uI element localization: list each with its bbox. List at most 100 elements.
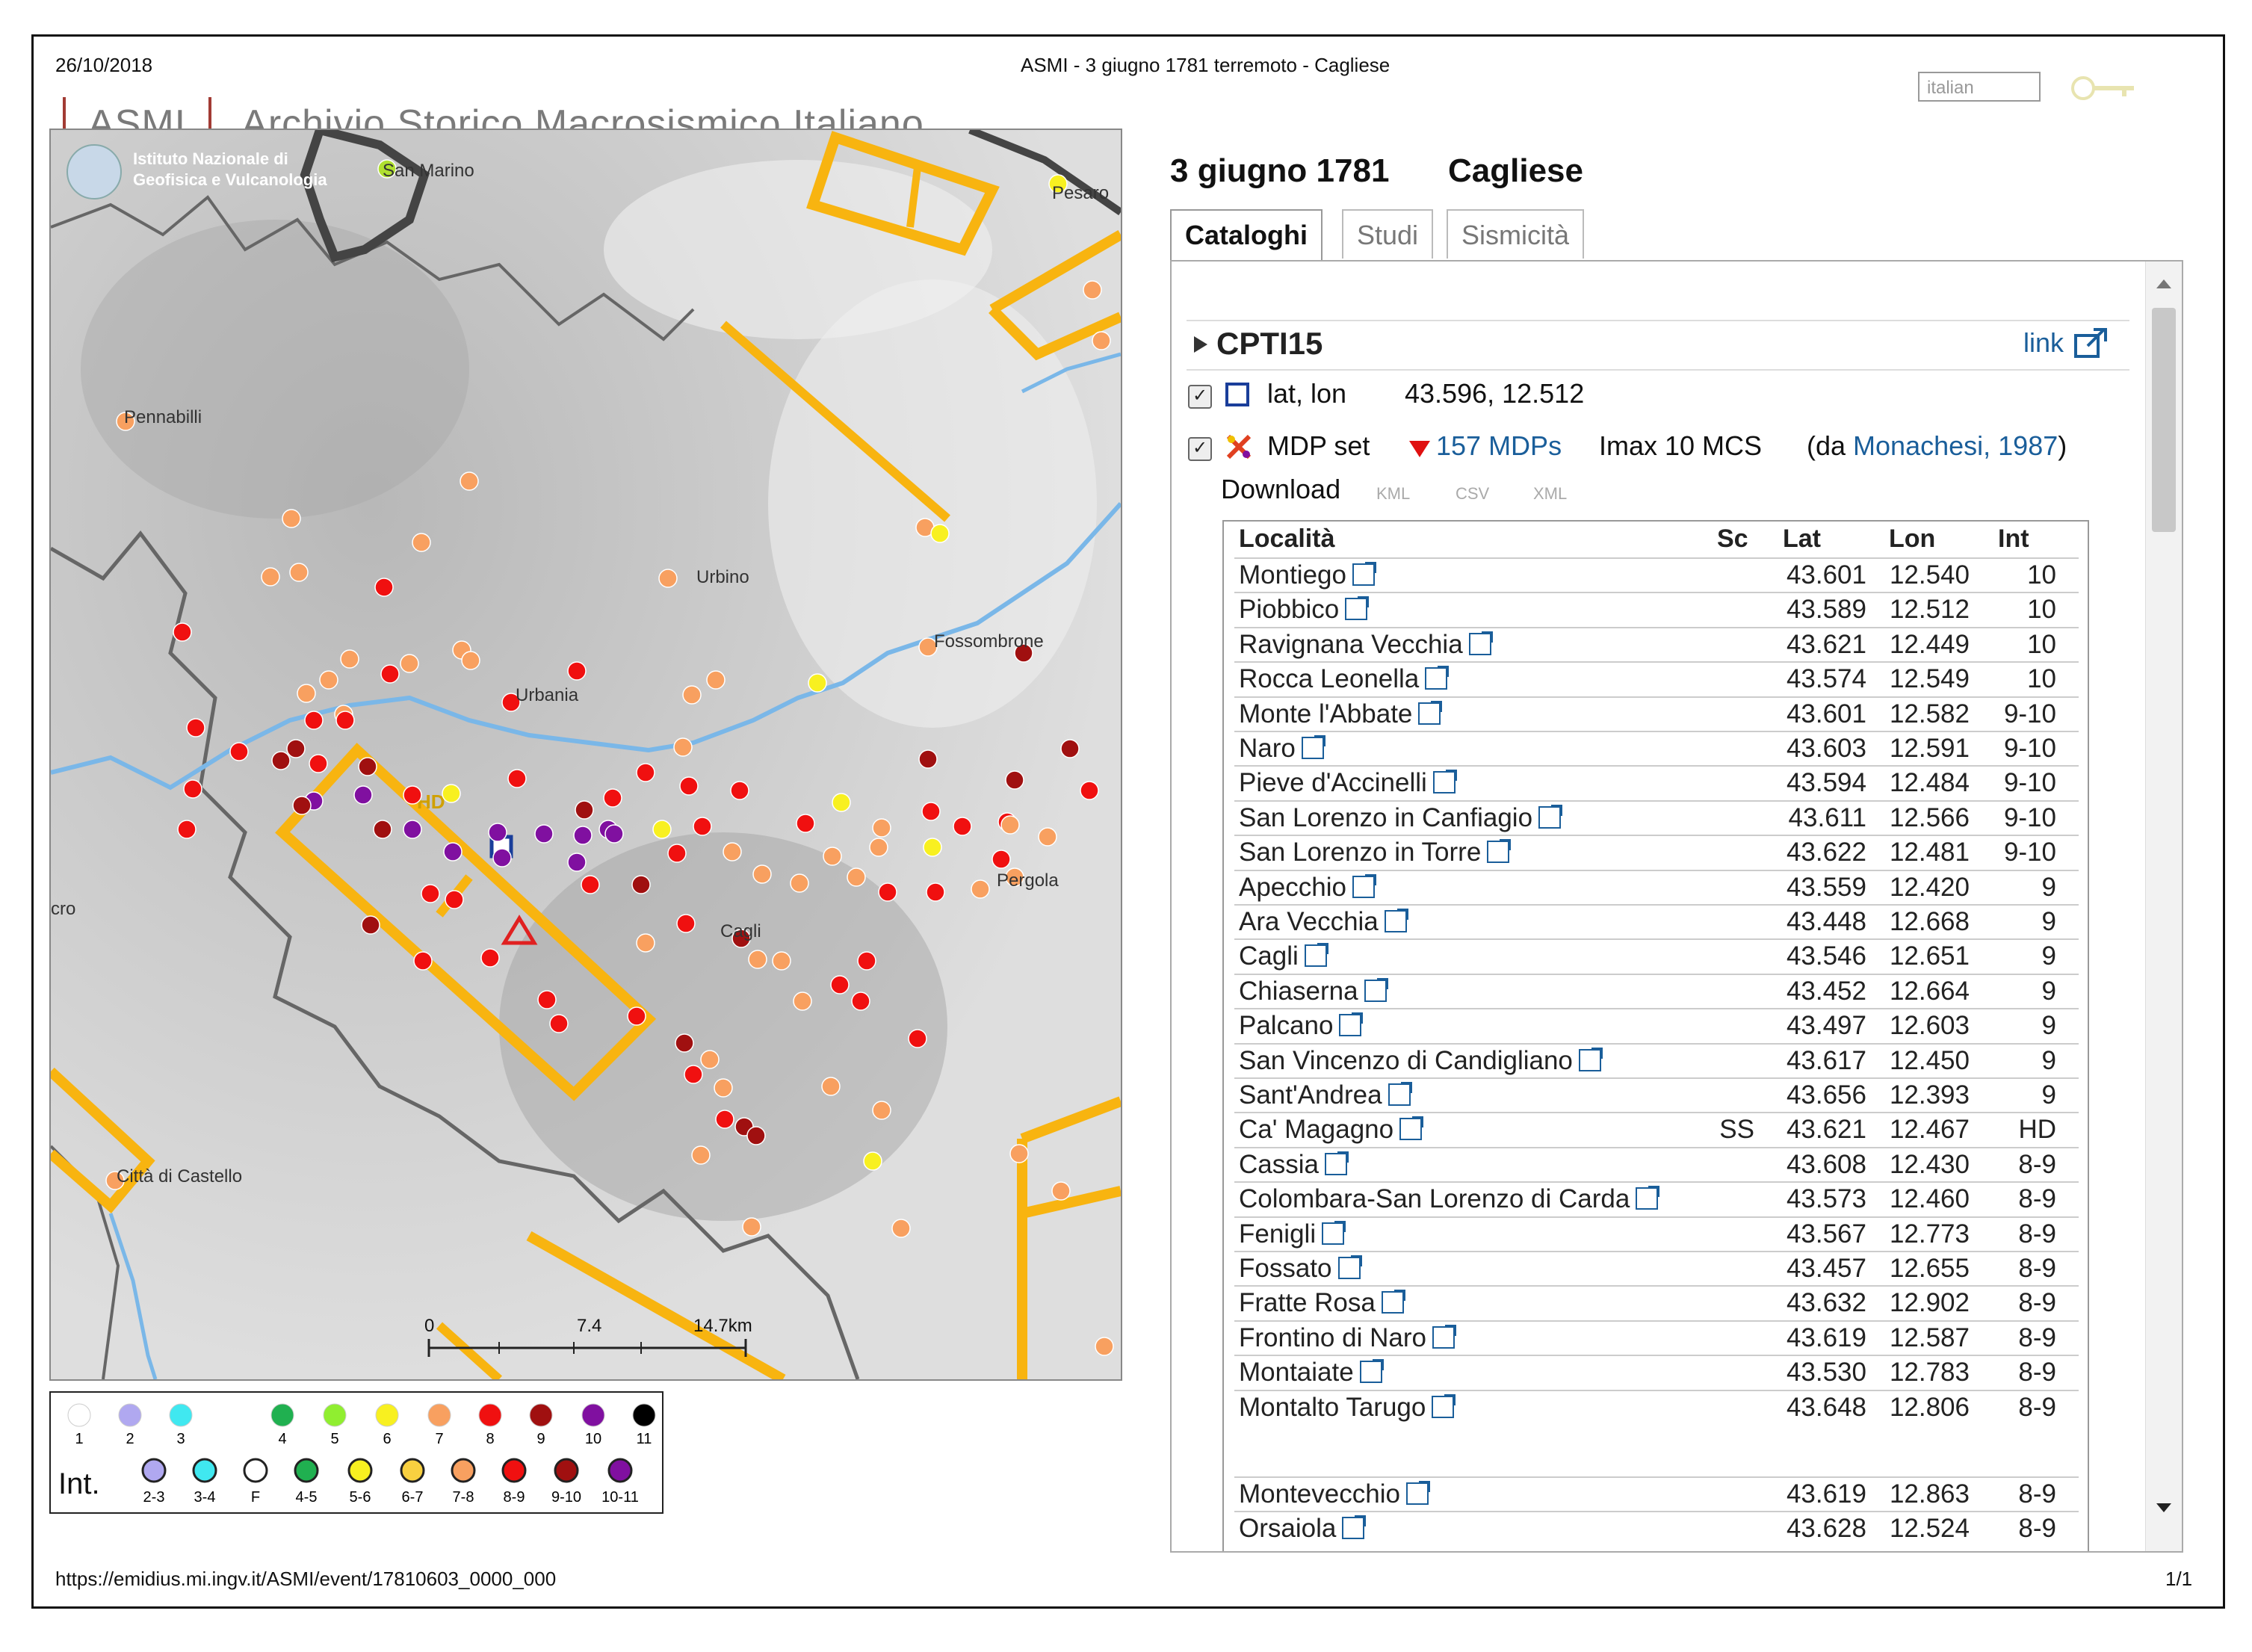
locality-cell[interactable]: Frontino di Naro: [1239, 1323, 1456, 1353]
external-link-icon[interactable]: [1538, 804, 1563, 829]
external-link-icon[interactable]: [1418, 700, 1443, 725]
language-select[interactable]: italian: [1918, 72, 2041, 102]
external-link-icon[interactable]: [1345, 596, 1370, 621]
locality-cell[interactable]: Monte l'Abbate: [1239, 699, 1443, 729]
table-row[interactable]: Ravignana Vecchia 43.621 12.449 10: [1234, 626, 2079, 663]
external-link-icon[interactable]: [1384, 909, 1408, 932]
table-row[interactable]: Monte l'Abbate 43.601 12.582 9-10: [1234, 696, 2079, 732]
intensity-map[interactable]: HD Istituto Nazionale di Geofisica e Vul…: [49, 129, 1122, 1381]
external-link-icon[interactable]: [1636, 1186, 1660, 1210]
col-localita[interactable]: Località: [1239, 525, 1334, 554]
table-row[interactable]: Montalto Tarugo 43.648 12.806 8-9: [1234, 1389, 2079, 1426]
external-link-icon[interactable]: [1324, 1151, 1349, 1175]
locality-cell[interactable]: Fenigli: [1239, 1219, 1346, 1249]
external-link-icon[interactable]: [1301, 735, 1325, 759]
locality-cell[interactable]: Ca' Magagno: [1239, 1115, 1424, 1145]
scroll-down-icon[interactable]: [2156, 1503, 2171, 1512]
table-row[interactable]: Fenigli 43.567 12.773 8-9: [1234, 1216, 2079, 1252]
table-row[interactable]: Ara Vecchia 43.448 12.668 9: [1234, 904, 2079, 940]
external-link-icon[interactable]: [1432, 1393, 1456, 1418]
locality-cell[interactable]: Montalto Tarugo: [1239, 1393, 1456, 1423]
table-row[interactable]: Cagli 43.546 12.651 9: [1234, 938, 2079, 974]
download-csv[interactable]: CSV: [1456, 484, 1489, 504]
external-link-icon[interactable]: [1425, 666, 1450, 690]
table-row[interactable]: San Lorenzo in Torre 43.622 12.481 9-10: [1234, 835, 2079, 870]
locality-cell[interactable]: Fratte Rosa: [1239, 1288, 1405, 1318]
locality-cell[interactable]: Palcano: [1239, 1011, 1364, 1041]
mdp-count-link[interactable]: 157 MDPs: [1436, 430, 1562, 462]
locality-cell[interactable]: Apecchio: [1239, 873, 1376, 903]
locality-cell[interactable]: Rocca Leonella: [1239, 664, 1450, 694]
scrollbar[interactable]: [2145, 262, 2182, 1551]
key-icon[interactable]: [2070, 73, 2137, 103]
tab-studi[interactable]: Studi: [1342, 209, 1434, 259]
locality-cell[interactable]: Ara Vecchia: [1239, 907, 1408, 937]
locality-cell[interactable]: Piobbico: [1239, 595, 1370, 625]
col-lat[interactable]: Lat: [1783, 525, 1821, 554]
external-link-icon[interactable]: [1468, 631, 1493, 655]
locality-cell[interactable]: San Lorenzo in Canfiagio: [1239, 803, 1563, 833]
locality-cell[interactable]: San Vincenzo di Candigliano: [1239, 1046, 1603, 1076]
table-row[interactable]: Montevecchio 43.619 12.863 8-9: [1234, 1476, 2079, 1512]
table-row[interactable]: Montaiate 43.530 12.783 8-9: [1234, 1355, 2079, 1390]
table-row[interactable]: Naro 43.603 12.591 9-10: [1234, 731, 2079, 767]
table-row[interactable]: Ca' Magagno SS 43.621 12.467 HD: [1234, 1112, 2079, 1148]
locality-cell[interactable]: Pieve d'Accinelli: [1239, 768, 1457, 798]
locality-cell[interactable]: Cassia: [1239, 1150, 1349, 1180]
external-link-icon[interactable]: [1322, 1220, 1346, 1245]
col-lon[interactable]: Lon: [1889, 525, 1935, 554]
col-sc[interactable]: Sc: [1717, 525, 1748, 554]
table-row[interactable]: Colombara-San Lorenzo di Carda 43.573 12.4…: [1234, 1181, 2079, 1217]
table-row[interactable]: Cassia 43.608 12.430 8-9: [1234, 1146, 2079, 1183]
external-link-icon[interactable]: [1364, 977, 1388, 1002]
external-link-icon[interactable]: [1388, 1082, 1412, 1106]
mdp-checkbox[interactable]: ✓: [1188, 437, 1212, 461]
table-row[interactable]: Pieve d'Accinelli 43.594 12.484 9-10: [1234, 765, 2079, 801]
locality-cell[interactable]: Montevecchio: [1239, 1479, 1430, 1509]
locality-cell[interactable]: San Lorenzo in Torre: [1239, 838, 1512, 867]
external-link-icon[interactable]: [1359, 1359, 1384, 1384]
locality-cell[interactable]: Sant'Andrea: [1239, 1080, 1412, 1110]
download-kml[interactable]: KML: [1376, 484, 1410, 504]
locality-cell[interactable]: Montiego: [1239, 560, 1376, 590]
catalog-panel[interactable]: CPTI15 link ✓ lat, lon 43.596, 12.512 ✓ …: [1170, 260, 2183, 1553]
locality-cell[interactable]: Chiaserna: [1239, 977, 1388, 1006]
locality-cell[interactable]: Colombara-San Lorenzo di Carda: [1239, 1184, 1660, 1214]
source-link[interactable]: Monachesi, 1987: [1853, 430, 2058, 461]
table-row[interactable]: Montiego 43.601 12.540 10: [1234, 557, 2079, 593]
locality-cell[interactable]: Naro: [1239, 734, 1325, 764]
table-row[interactable]: Chiaserna 43.452 12.664 9: [1234, 973, 2079, 1009]
table-row[interactable]: Fossato 43.457 12.655 8-9: [1234, 1251, 2079, 1287]
table-row[interactable]: Rocca Leonella 43.574 12.549 10: [1234, 661, 2079, 697]
external-link-icon[interactable]: [1399, 1116, 1424, 1141]
locality-cell[interactable]: Cagli: [1239, 941, 1328, 971]
table-row[interactable]: Frontino di Naro 43.619 12.587 8-9: [1234, 1320, 2079, 1356]
scroll-up-icon[interactable]: [2156, 279, 2171, 288]
external-link-icon[interactable]: [1432, 770, 1457, 794]
table-row[interactable]: Sant'Andrea 43.656 12.393 9: [1234, 1077, 2079, 1113]
external-link-icon[interactable]: [1337, 1255, 1362, 1279]
external-link-icon[interactable]: [1487, 839, 1512, 864]
external-link-icon[interactable]: [1342, 1515, 1367, 1540]
table-row[interactable]: San Lorenzo in Canfiagio 43.611 12.566 9-10: [1234, 799, 2079, 836]
col-int[interactable]: Int: [1998, 525, 2029, 554]
table-row[interactable]: Palcano 43.497 12.603 9: [1234, 1008, 2079, 1044]
download-xml[interactable]: XML: [1533, 484, 1567, 504]
external-link-icon[interactable]: [1381, 1290, 1405, 1314]
external-link-icon[interactable]: [1352, 873, 1376, 898]
catalog-header[interactable]: CPTI15 link: [1187, 320, 2129, 371]
external-link-icon[interactable]: [1339, 1012, 1364, 1037]
latlon-checkbox[interactable]: ✓: [1188, 385, 1212, 409]
scroll-thumb[interactable]: [2152, 308, 2176, 532]
external-link-icon[interactable]: [1405, 1481, 1430, 1505]
table-row[interactable]: Piobbico 43.589 12.512 10: [1234, 592, 2079, 628]
expand-triangle-icon[interactable]: [1194, 336, 1207, 353]
table-row[interactable]: Apecchio 43.559 12.420 9: [1234, 869, 2079, 906]
locality-cell[interactable]: Montaiate: [1239, 1358, 1384, 1388]
table-row[interactable]: Orsaiola 43.628 12.524 8-9: [1234, 1511, 2079, 1547]
locality-cell[interactable]: Fossato: [1239, 1254, 1362, 1284]
locality-cell[interactable]: Orsaiola: [1239, 1514, 1367, 1544]
external-link-icon[interactable]: [1578, 1047, 1603, 1071]
tab-cataloghi[interactable]: Cataloghi: [1170, 209, 1323, 262]
catalog-link[interactable]: link: [2023, 327, 2109, 359]
